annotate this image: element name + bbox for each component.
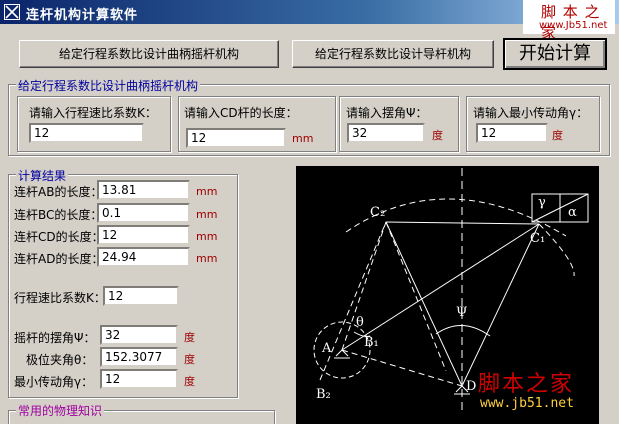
helper-line-1 — [385, 221, 447, 372]
start-calculation-button[interactable]: 开始计算 — [503, 38, 607, 70]
gamma-result-unit: 度 — [184, 375, 195, 388]
psi-input-unit: 度 — [432, 129, 443, 142]
cd-length-output[interactable] — [97, 225, 190, 245]
app-icon — [4, 4, 20, 20]
watermark-bottom-url: www.jb51.net — [480, 396, 574, 411]
crank-rocker-design-button[interactable]: 给定行程系数比设计曲柄摇杆机构 — [19, 40, 279, 68]
ad-length-output[interactable] — [97, 247, 190, 267]
k-input[interactable] — [29, 123, 144, 143]
label-theta: θ — [356, 315, 364, 330]
theta-result-output[interactable] — [100, 347, 178, 367]
watermark-bottom-text: 脚本之家 — [478, 372, 575, 397]
psi-result-unit: 度 — [184, 331, 195, 344]
label-psi: Ψ — [456, 305, 467, 320]
label-alpha: α — [568, 205, 577, 220]
k-input-label: 请输入行程速比系数K： — [29, 106, 157, 120]
label-b2: B₂ — [316, 387, 331, 402]
label-c2: C₂ — [370, 205, 385, 220]
window-title: 连杆机构计算软件 — [26, 8, 139, 23]
ad-length-unit: mm — [196, 252, 218, 265]
ab-length-unit: mm — [196, 185, 218, 198]
watermark-bottom: 脚本之家 www.jb51.net — [474, 366, 619, 424]
cd-length-input[interactable] — [186, 128, 286, 148]
watermark-top: 脚 本 之 家 www.Jb51.net — [523, 0, 615, 42]
app-window: 连杆机构计算软件 脚 本 之 家 www.Jb51.net 给定行程系数比设计曲… — [0, 0, 619, 424]
link-a-c2 — [341, 221, 387, 351]
ad-length-label: 连杆AD的长度： — [14, 252, 104, 266]
label-gamma: γ — [538, 195, 546, 210]
bc-length-label: 连杆BC的长度： — [14, 208, 103, 222]
gamma-result-label: 最小传动角γ： — [14, 375, 94, 389]
theta-result-unit: 度 — [184, 353, 195, 366]
knowledge-group-title: 常用的物理知识 — [16, 402, 105, 419]
bc-length-unit: mm — [196, 208, 218, 221]
guide-bar-design-button[interactable]: 给定行程系数比设计导杆机构 — [292, 40, 494, 68]
rocker-c2-d — [385, 221, 463, 387]
gamma-input-label: 请输入最小传动角γ： — [473, 106, 589, 120]
input-group-title: 给定行程系数比设计曲柄摇杆机构 — [16, 77, 201, 94]
cd-input-unit: mm — [292, 132, 314, 145]
cd-length-unit: mm — [196, 230, 218, 243]
label-c1: C₁ — [530, 231, 545, 246]
frame-a-d — [341, 349, 463, 387]
cd-input-label: 请输入CD杆的长度： — [184, 106, 298, 120]
k-result-label: 行程速比系数K： — [14, 291, 106, 305]
theta-result-label: 极位夹角θ： — [26, 353, 94, 367]
watermark-top-url: www.Jb51.net — [539, 20, 608, 31]
cd-length-label: 连杆CD的长度： — [14, 230, 104, 244]
link-b2-c2 — [319, 221, 387, 381]
label-a: A — [321, 341, 332, 356]
ab-length-output[interactable] — [97, 180, 190, 200]
swing-angle-input[interactable] — [347, 123, 425, 143]
gamma-result-output[interactable] — [100, 369, 178, 389]
psi-result-output[interactable] — [100, 325, 178, 345]
results-group-title: 计算结果 — [16, 167, 69, 184]
k-result-output[interactable] — [103, 286, 179, 306]
psi-input-label: 请输入摆角Ψ： — [346, 106, 428, 120]
gamma-input-unit: 度 — [552, 129, 563, 142]
label-b1: B₁ — [364, 335, 379, 350]
bc-length-output[interactable] — [97, 203, 190, 223]
psi-arc — [435, 325, 491, 337]
min-transmission-angle-input[interactable] — [476, 123, 548, 143]
psi-result-label: 摇杆的摆角Ψ： — [14, 331, 96, 345]
ab-length-label: 连杆AB的长度： — [14, 185, 103, 199]
